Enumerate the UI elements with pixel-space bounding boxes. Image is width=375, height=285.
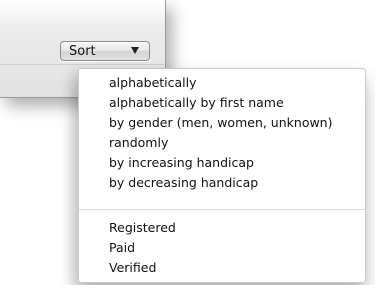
sort-button-label: Sort [69,44,96,59]
menu-item-by-increasing-handicap[interactable]: by increasing handicap [109,153,254,173]
menu-item-paid[interactable]: Paid [109,238,135,258]
menu-item-registered[interactable]: Registered [109,218,176,238]
menu-item-alphabetically[interactable]: alphabetically [109,73,197,93]
menu-item-by-gender[interactable]: by gender (men, women, unknown) [109,113,333,133]
menu-separator [79,209,365,210]
sort-menu: alphabetically alphabetically by first n… [78,68,366,283]
sort-button[interactable]: Sort [60,41,150,61]
menu-item-randomly[interactable]: randomly [109,133,168,153]
chevron-down-icon [131,47,139,54]
menu-item-verified[interactable]: Verified [109,258,156,278]
menu-item-by-decreasing-handicap[interactable]: by decreasing handicap [109,173,258,193]
menu-item-alphabetically-by-first-name[interactable]: alphabetically by first name [109,93,284,113]
toolbar-divider [0,64,164,65]
